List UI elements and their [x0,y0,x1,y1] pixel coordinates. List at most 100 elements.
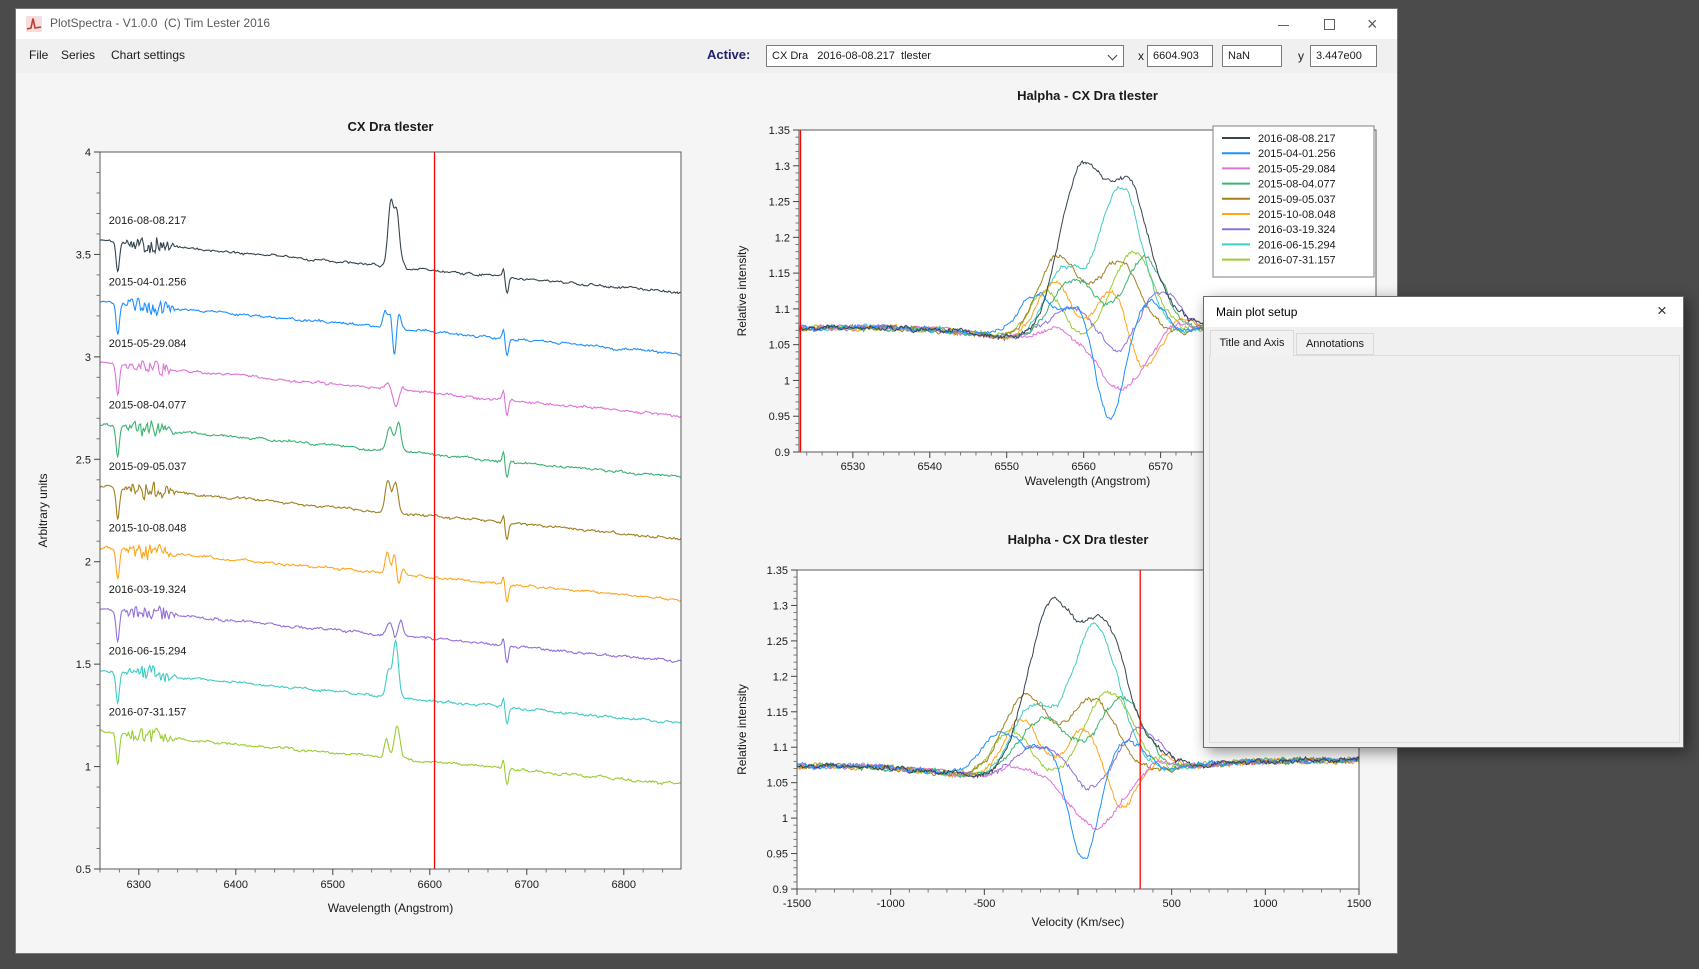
app-icon [26,16,42,32]
svg-text:0.9: 0.9 [775,447,790,459]
titlebar: PlotSpectra - V1.0.0 (C) Tim Lester 2016 [16,9,1397,39]
series-label: 2016-08-08.217 [109,215,187,227]
svg-text:1.05: 1.05 [769,340,790,352]
svg-text:0.5: 0.5 [76,864,91,876]
svg-text:4: 4 [85,147,91,159]
svg-text:6500: 6500 [321,879,345,891]
svg-text:6560: 6560 [1071,461,1095,473]
svg-text:1500: 1500 [1347,898,1371,910]
svg-text:-1000: -1000 [877,898,905,910]
series-label: 2015-08-04.077 [109,399,187,411]
svg-text:2: 2 [85,557,91,569]
chevron-down-icon [1107,50,1118,61]
svg-text:Halpha - CX Dra tlester: Halpha - CX Dra tlester [1017,88,1158,103]
svg-text:1.5: 1.5 [76,659,91,671]
svg-text:Arbitrary units: Arbitrary units [36,473,50,547]
main-plot-setup-dialog: Main plot setup Title and Axis Annotatio… [1203,296,1684,748]
menu-item-series[interactable]: Series [61,48,95,62]
svg-text:500: 500 [1162,898,1180,910]
menu-item-file[interactable]: File [29,48,48,62]
dialog-titlebar: Main plot setup [1204,297,1683,327]
series-label: 2015-04-01.256 [109,277,187,289]
svg-text:1.15: 1.15 [767,707,788,719]
series-label: 2016-07-31.157 [109,707,187,719]
svg-text:2016-08-08.217: 2016-08-08.217 [1258,133,1336,145]
svg-text:1.25: 1.25 [769,197,790,209]
svg-text:2015-08-04.077: 2015-08-04.077 [1258,179,1336,191]
maximize-button[interactable] [1318,13,1340,35]
svg-text:2015-04-01.256: 2015-04-01.256 [1258,148,1336,160]
y-coordinate-field[interactable]: 3.447e00 [1310,45,1377,67]
close-button[interactable] [1363,13,1385,35]
active-spectrum-value: CX Dra 2016-08-08.217 tlester [772,50,931,62]
svg-text:1.35: 1.35 [767,565,788,577]
svg-text:1: 1 [782,813,788,825]
svg-text:Halpha - CX Dra tlester: Halpha - CX Dra tlester [1008,532,1149,547]
legend: 2016-08-08.217 2015-04-01.256 2015-05-29.0… [1212,125,1375,278]
svg-text:1.2: 1.2 [773,671,788,683]
active-label: Active: [707,47,751,62]
active-spectrum-select[interactable]: CX Dra 2016-08-08.217 tlester [766,45,1124,67]
x-coordinate-label: x [1138,49,1144,63]
svg-text:2016-07-31.157: 2016-07-31.157 [1258,255,1336,267]
menu-item-chart-settings[interactable]: Chart settings [111,48,185,62]
svg-text:1.15: 1.15 [769,268,790,280]
svg-text:6400: 6400 [224,879,248,891]
svg-text:3: 3 [85,352,91,364]
x-coordinate-field[interactable]: 6604.903 [1147,45,1213,67]
svg-text:1: 1 [784,375,790,387]
tab-page [1209,355,1680,743]
svg-text:1.25: 1.25 [767,636,788,648]
svg-text:1000: 1000 [1253,898,1277,910]
svg-text:1.1: 1.1 [773,742,788,754]
svg-text:0.95: 0.95 [769,411,790,423]
svg-text:0.95: 0.95 [767,849,788,861]
stacked-spectra-chart[interactable]: 2016-08-08.217 2015-04-01.256 2015-05-29.0… [31,107,701,927]
app-window: PlotSpectra - V1.0.0 (C) Tim Lester 2016… [15,8,1398,954]
svg-text:1.3: 1.3 [773,600,788,612]
series-label: 2015-09-05.037 [109,461,187,473]
svg-text:2015-09-05.037: 2015-09-05.037 [1258,194,1336,206]
svg-text:6570: 6570 [1148,461,1172,473]
svg-text:6530: 6530 [841,461,865,473]
svg-text:CX Dra tlester: CX Dra tlester [348,119,434,134]
svg-text:2016-03-19.324: 2016-03-19.324 [1258,224,1336,236]
series-label: 2015-10-08.048 [109,522,187,534]
svg-text:6540: 6540 [918,461,942,473]
svg-text:1.1: 1.1 [775,304,790,316]
dialog-title: Main plot setup [1216,305,1298,319]
svg-text:1.35: 1.35 [769,125,790,137]
series-label: 2016-03-19.324 [109,584,187,596]
series-label: 2016-06-15.294 [109,645,187,657]
svg-text:1.2: 1.2 [775,232,790,244]
chart-client-area: 2016-08-08.217 2015-04-01.256 2015-05-29.0… [16,73,1397,953]
window-title: PlotSpectra - V1.0.0 (C) Tim Lester 2016 [50,16,271,30]
svg-text:Relative intensity: Relative intensity [735,684,749,775]
svg-text:6550: 6550 [994,461,1018,473]
svg-text:6800: 6800 [612,879,636,891]
svg-text:0.9: 0.9 [773,884,788,896]
svg-text:1.05: 1.05 [767,778,788,790]
svg-text:6600: 6600 [418,879,442,891]
svg-text:1.3: 1.3 [775,161,790,173]
svg-text:Wavelength (Angstrom): Wavelength (Angstrom) [1025,474,1151,488]
svg-text:2016-06-15.294: 2016-06-15.294 [1258,239,1336,251]
menubar: File Series Chart settings Active: CX Dr… [16,39,1397,73]
minimize-button[interactable] [1273,13,1295,35]
svg-text:6300: 6300 [127,879,151,891]
svg-text:6700: 6700 [515,879,539,891]
secondary-x-field[interactable]: NaN [1222,45,1282,67]
tab-title-and-axis[interactable]: Title and Axis [1210,330,1294,356]
svg-text:Relative intensity: Relative intensity [735,246,749,337]
series-label: 2015-05-29.084 [109,338,187,350]
svg-text:2015-05-29.084: 2015-05-29.084 [1258,163,1336,175]
y-coordinate-label: y [1298,49,1304,63]
svg-text:3.5: 3.5 [76,249,91,261]
svg-text:-500: -500 [973,898,995,910]
svg-text:2.5: 2.5 [76,454,91,466]
tab-annotations[interactable]: Annotations [1296,333,1374,355]
svg-text:1: 1 [85,762,91,774]
svg-text:Wavelength (Angstrom): Wavelength (Angstrom) [328,901,454,915]
svg-text:-1500: -1500 [783,898,811,910]
dialog-close-icon[interactable] [1653,300,1673,322]
